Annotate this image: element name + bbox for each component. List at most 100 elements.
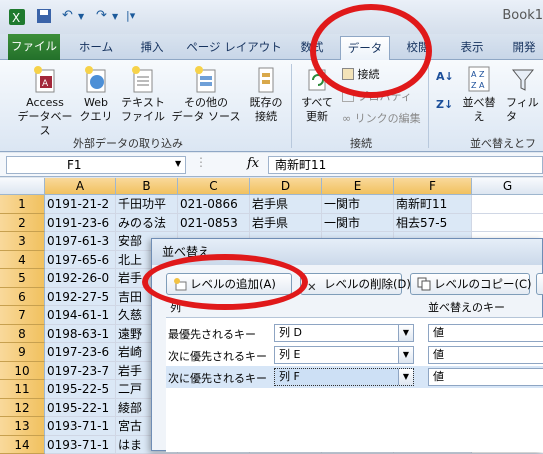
edit-links-button[interactable]: ∞ リンクの編集 <box>342 110 421 126</box>
table-cell[interactable]: 0194-61-1 <box>45 306 116 325</box>
table-cell[interactable]: 岩手県 <box>250 195 322 214</box>
table-cell[interactable]: 021-0853 <box>178 214 250 233</box>
other-sources-button[interactable]: その他の データ ソース <box>170 64 242 124</box>
redo-icon[interactable]: ↷ <box>96 8 107 26</box>
tab-developer[interactable]: 開発 <box>502 36 543 60</box>
sort-icon: A Z Z A <box>466 64 492 94</box>
tab-insert[interactable]: 挿入 <box>130 36 174 60</box>
column-header-e[interactable]: E <box>322 178 394 195</box>
sort-column-select[interactable]: 列 E▼ <box>274 346 414 364</box>
table-cell[interactable]: 0197-23-7 <box>45 362 116 381</box>
table-cell[interactable]: 0192-27-5 <box>45 288 116 307</box>
table-cell[interactable]: 0193-71-1 <box>45 436 116 454</box>
chevron-down-icon[interactable]: ▼ <box>78 12 84 30</box>
globe-icon <box>83 64 109 94</box>
row-header[interactable]: 5 <box>0 269 45 288</box>
text-file-button[interactable]: テキスト ファイル <box>118 64 168 124</box>
table-cell[interactable]: 一関市 <box>322 195 394 214</box>
chevron-down-icon[interactable]: ▼ <box>175 159 181 168</box>
column-header-c[interactable]: C <box>178 178 250 195</box>
table-cell[interactable] <box>472 214 543 233</box>
web-query-label: Web クエリ <box>76 96 116 124</box>
table-cell[interactable]: 0197-23-6 <box>45 343 116 362</box>
table-cell[interactable]: 0197-61-3 <box>45 232 116 251</box>
web-query-button[interactable]: Web クエリ <box>76 64 116 124</box>
table-cell[interactable]: 一関市 <box>322 214 394 233</box>
table-cell[interactable]: 0198-63-1 <box>45 325 116 344</box>
table-cell[interactable]: 0195-22-5 <box>45 380 116 399</box>
formula-bar-splitter[interactable]: ⋮ <box>195 155 207 169</box>
formula-input[interactable]: 南新町11 <box>268 156 543 174</box>
row-header[interactable]: 11 <box>0 380 45 399</box>
sort-level-row[interactable]: 最優先されるキー 列 D▼ 値 <box>166 322 543 344</box>
sort-az-icon[interactable]: A↓ <box>436 70 454 83</box>
column-header-d[interactable]: D <box>250 178 322 195</box>
select-all-corner[interactable] <box>0 178 45 195</box>
highlight-ring-data-tab <box>310 4 432 98</box>
column-header-g[interactable]: G <box>472 178 543 195</box>
sort-button[interactable]: A Z Z A 並べ替え <box>458 64 500 124</box>
table-cell[interactable]: 千田功平 <box>116 195 178 214</box>
move-up-button[interactable]: ▲ <box>536 273 543 295</box>
row-header[interactable]: 1 <box>0 195 45 214</box>
sort-key-select[interactable]: 値 <box>428 368 543 386</box>
chevron-down-icon[interactable]: ▼ <box>398 347 413 363</box>
tab-home[interactable]: ホーム <box>70 36 122 60</box>
table-cell[interactable]: 南新町11 <box>394 195 472 214</box>
chevron-down-icon[interactable]: ▼ <box>398 369 413 385</box>
table-cell[interactable]: 021-0866 <box>178 195 250 214</box>
undo-icon[interactable]: ↶ <box>62 8 73 26</box>
sort-level-row-selected[interactable]: 次に優先されるキー 列 F▼ 値 <box>166 366 543 388</box>
sort-level-label: 最優先されるキー <box>168 326 256 342</box>
existing-connections-button[interactable]: 既存の 接続 <box>246 64 286 124</box>
name-box[interactable]: F1 <box>6 156 186 174</box>
row-header[interactable]: 4 <box>0 251 45 270</box>
sort-column-select[interactable]: 列 F▼ <box>274 368 414 386</box>
sort-za-icon[interactable]: Z↓ <box>436 98 453 111</box>
sort-key-select[interactable]: 値 <box>428 346 543 364</box>
filter-button[interactable]: フィルタ <box>506 64 543 124</box>
access-database-button[interactable]: A Access データベース <box>14 64 76 138</box>
row-header[interactable]: 13 <box>0 417 45 436</box>
table-cell[interactable]: 0195-22-1 <box>45 399 116 418</box>
row-header[interactable]: 6 <box>0 288 45 307</box>
row-header[interactable]: 3 <box>0 232 45 251</box>
column-header-b[interactable]: B <box>116 178 178 195</box>
table-cell[interactable]: 0192-26-0 <box>45 269 116 288</box>
sort-levels-list: 最優先されるキー 列 D▼ 値 次に優先されるキー 列 E▼ 値 次に優先される… <box>166 317 543 452</box>
sort-key-header-label: 並べ替えのキー <box>428 299 505 315</box>
customize-toolbar-icon[interactable]: |▾ <box>126 9 135 27</box>
column-header-f[interactable]: F <box>394 178 472 195</box>
table-cell[interactable]: 相去57-5 <box>394 214 472 233</box>
group-separator <box>428 64 429 148</box>
copy-icon <box>417 277 431 291</box>
tab-view[interactable]: 表示 <box>450 36 494 60</box>
sort-level-row[interactable]: 次に優先されるキー 列 E▼ 値 <box>166 344 543 366</box>
row-header[interactable]: 12 <box>0 399 45 418</box>
chevron-down-icon[interactable]: ▼ <box>398 325 413 341</box>
chevron-down-icon[interactable]: ▼ <box>112 12 118 30</box>
highlight-ring-add-level <box>142 254 308 310</box>
row-header[interactable]: 9 <box>0 343 45 362</box>
table-cell[interactable]: 0197-65-6 <box>45 251 116 270</box>
row-header[interactable]: 14 <box>0 436 45 454</box>
sort-column-select[interactable]: 列 D▼ <box>274 324 414 342</box>
row-header[interactable]: 10 <box>0 362 45 381</box>
table-cell[interactable]: 0191-23-6 <box>45 214 116 233</box>
save-icon[interactable] <box>36 8 52 26</box>
table-cell[interactable]: 岩手県 <box>250 214 322 233</box>
function-icon[interactable]: fx <box>247 156 259 171</box>
tab-page-layout[interactable]: ページ レイアウト <box>180 36 288 60</box>
row-header[interactable]: 7 <box>0 306 45 325</box>
tab-file[interactable]: ファイル <box>8 34 60 60</box>
table-cell[interactable]: 0191-21-2 <box>45 195 116 214</box>
table-cell[interactable] <box>472 195 543 214</box>
row-header[interactable]: 2 <box>0 214 45 233</box>
delete-level-button[interactable]: ✕レベルの削除(D) <box>300 273 402 295</box>
table-cell[interactable]: 0193-71-1 <box>45 417 116 436</box>
table-cell[interactable]: みのる法 <box>116 214 178 233</box>
copy-level-button[interactable]: レベルのコピー(C) <box>410 273 530 295</box>
sort-key-select[interactable]: 値 <box>428 324 543 342</box>
column-header-a[interactable]: A <box>45 178 116 195</box>
row-header[interactable]: 8 <box>0 325 45 344</box>
